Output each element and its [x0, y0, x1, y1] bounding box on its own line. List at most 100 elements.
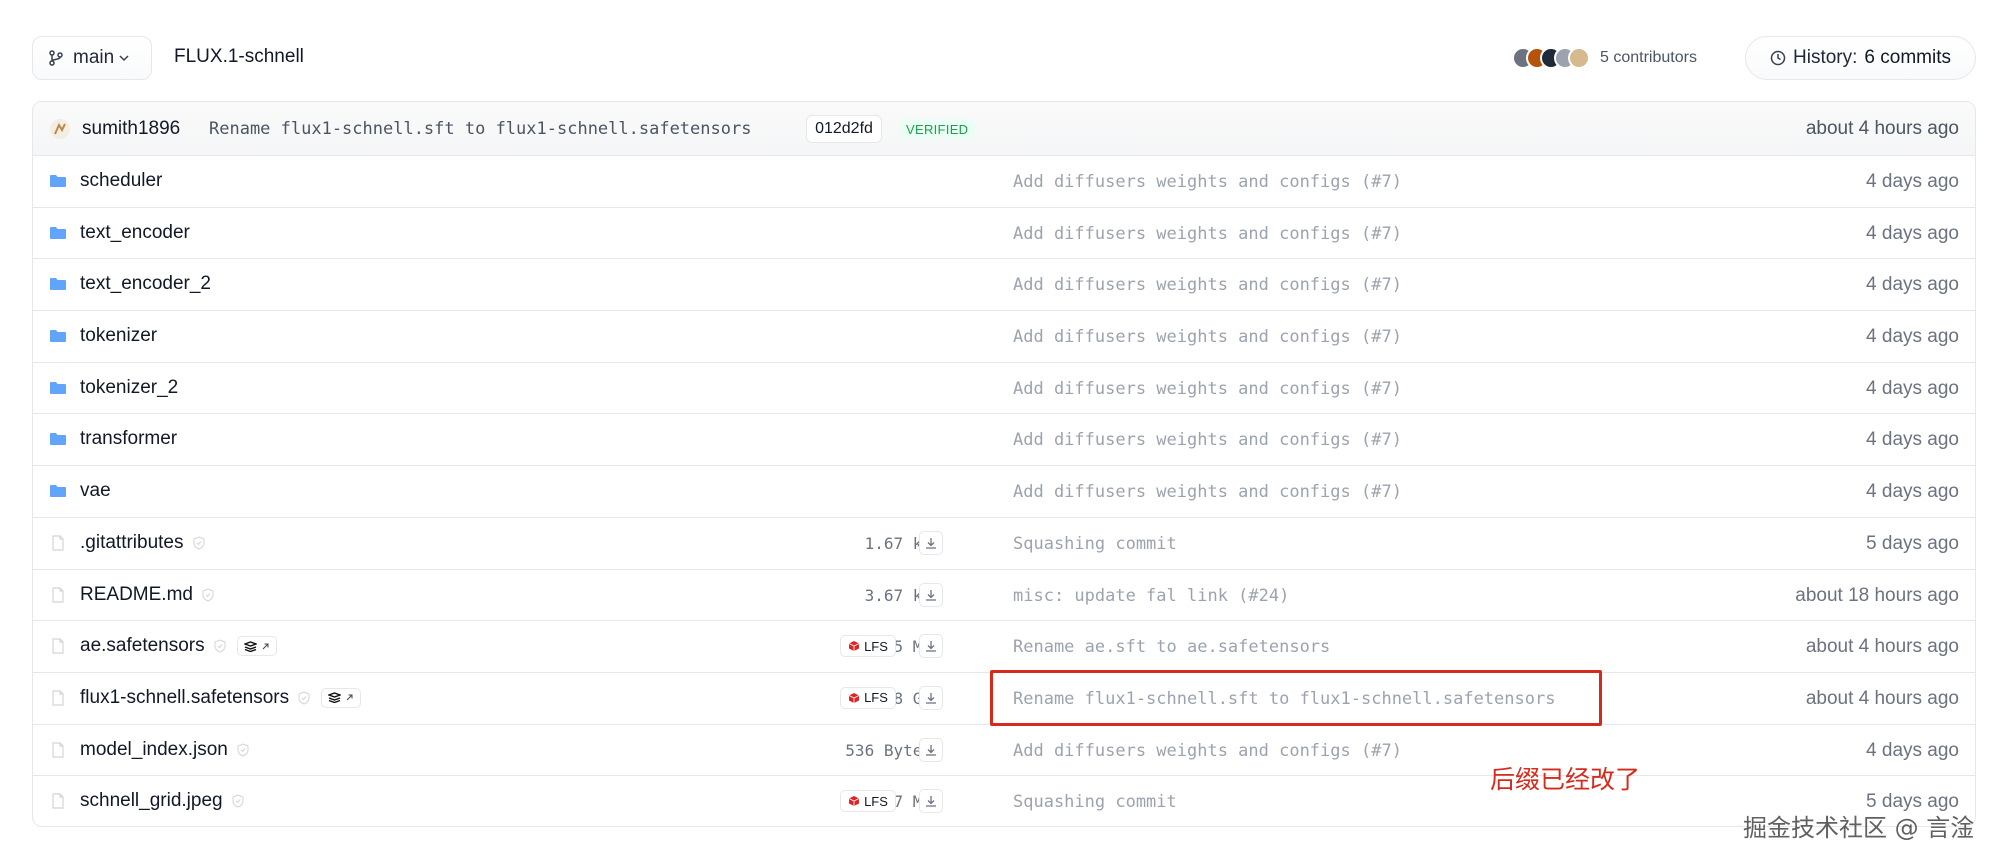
download-icon	[926, 692, 936, 704]
history-button[interactable]: History: 6 commits	[1745, 36, 1976, 80]
file-name[interactable]: schnell_grid.jpeg	[80, 790, 223, 812]
shield-icon	[202, 587, 214, 602]
download-button[interactable]	[919, 582, 943, 607]
file-name-cell: transformer	[80, 428, 177, 450]
file-name[interactable]: tokenizer_2	[80, 377, 178, 399]
file-commit-message[interactable]: Add diffusers weights and configs (#7)	[1013, 275, 1402, 295]
download-button[interactable]	[919, 685, 943, 710]
commit-message[interactable]: Rename flux1-schnell.sft to flux1-schnel…	[209, 119, 751, 139]
file-commit-message[interactable]: Add diffusers weights and configs (#7)	[1013, 741, 1402, 761]
lfs-badge: LFS	[840, 686, 896, 709]
file-commit-time: 4 days ago	[1866, 171, 1959, 192]
lfs-label: LFS	[864, 793, 888, 809]
file-name[interactable]: ae.safetensors	[80, 635, 205, 657]
file-commit-time: 4 days ago	[1866, 377, 1959, 399]
lfs-cube-icon	[848, 641, 860, 652]
verified-badge: VERIFIED	[899, 119, 976, 139]
avatar	[1568, 47, 1590, 69]
file-row[interactable]: schnell_grid.jpeg 1.67 MB LFS Squashing com…	[33, 776, 1975, 826]
file-commit-message[interactable]: Add diffusers weights and configs (#7)	[1013, 482, 1402, 502]
repo-topbar: main FLUX.1-schnell 5 contributors Histo…	[32, 36, 1976, 80]
file-row[interactable]: vae Add diffusers weights and configs (#7…	[33, 466, 1975, 518]
file-commit-time: 4 days ago	[1866, 222, 1959, 244]
file-name[interactable]: README.md	[80, 584, 193, 606]
file-commit-message[interactable]: misc: update fal link (#24)	[1013, 586, 1289, 606]
folder-icon	[50, 381, 66, 394]
lfs-cube-icon	[848, 796, 860, 807]
folder-icon	[50, 175, 66, 187]
branch-selector-button[interactable]: main	[32, 36, 152, 80]
download-icon	[926, 537, 936, 549]
commit-time: about 4 hours ago	[1805, 118, 1959, 139]
shield-icon	[237, 743, 249, 757]
folder-icon	[50, 433, 66, 446]
file-commit-message[interactable]: Squashing commit	[1013, 534, 1177, 554]
file-name[interactable]: scheduler	[80, 170, 162, 192]
file-row[interactable]: .gitattributes 1.67 kB Squashing commit 5 d…	[33, 518, 1975, 570]
file-row[interactable]: model_index.json 536 Bytes Add diffusers w…	[33, 725, 1975, 777]
file-commit-message[interactable]: Add diffusers weights and configs (#7)	[1013, 172, 1402, 192]
file-name[interactable]: flux1-schnell.safetensors	[80, 687, 289, 709]
file-row[interactable]: README.md 3.67 kB misc: update fal link (#…	[33, 570, 1975, 622]
file-icon	[52, 586, 64, 603]
file-row[interactable]: tokenizer Add diffusers weights and confi…	[33, 311, 1975, 363]
file-row[interactable]: ae.safetensors 335 MB LFS Rename ae.sft to …	[33, 621, 1975, 673]
stack-icon	[328, 692, 342, 704]
file-name-cell: scheduler	[80, 170, 162, 192]
file-row[interactable]: tokenizer_2 Add diffusers weights and con…	[33, 363, 1975, 415]
file-name[interactable]: model_index.json	[80, 739, 228, 761]
file-name[interactable]: .gitattributes	[80, 532, 184, 554]
file-name[interactable]: transformer	[80, 428, 177, 450]
download-button[interactable]	[919, 789, 943, 814]
xet-storage-badge[interactable]	[236, 636, 277, 657]
commit-author[interactable]: sumith1896	[82, 118, 180, 140]
lfs-cube-icon	[848, 692, 860, 703]
file-name[interactable]: tokenizer	[80, 325, 157, 347]
file-name-cell: tokenizer_2	[80, 377, 178, 399]
annotation-highlight-box	[990, 670, 1602, 726]
stack-icon	[243, 640, 257, 652]
external-link-icon	[262, 643, 269, 650]
shield-icon	[232, 794, 244, 808]
folder-icon	[50, 330, 66, 343]
file-commit-message[interactable]: Add diffusers weights and configs (#7)	[1013, 224, 1402, 244]
lfs-label: LFS	[864, 690, 888, 706]
file-icon	[52, 741, 64, 758]
chevron-down-icon	[119, 55, 129, 62]
repo-path[interactable]: FLUX.1-schnell	[174, 46, 304, 68]
file-commit-time: about 4 hours ago	[1805, 636, 1959, 658]
xet-storage-badge[interactable]	[321, 687, 362, 708]
file-icon	[52, 535, 64, 551]
file-name[interactable]: text_encoder_2	[80, 273, 211, 295]
contributors-link[interactable]: 5 contributors	[1512, 42, 1697, 74]
file-commit-message[interactable]: Squashing commit	[1013, 792, 1177, 812]
shield-icon	[214, 639, 226, 653]
file-icon	[52, 690, 64, 706]
file-name-cell: text_encoder	[80, 222, 190, 244]
file-icon	[52, 793, 64, 809]
file-list: scheduler Add diffusers weights and confi…	[33, 156, 1975, 826]
file-icon	[52, 638, 64, 654]
download-button[interactable]	[919, 737, 943, 762]
file-name[interactable]: vae	[80, 480, 111, 502]
annotation-text: 后缀已经改了	[1490, 765, 1641, 794]
file-row[interactable]: text_encoder_2 Add diffusers weights and …	[33, 259, 1975, 312]
file-commit-message[interactable]: Rename ae.sft to ae.safetensors	[1013, 637, 1330, 657]
file-row[interactable]: scheduler Add diffusers weights and confi…	[33, 156, 1975, 208]
file-row[interactable]: text_encoder Add diffusers weights and co…	[33, 208, 1975, 260]
file-row[interactable]: transformer Add diffusers weights and con…	[33, 414, 1975, 467]
file-commit-message[interactable]: Add diffusers weights and configs (#7)	[1013, 430, 1402, 450]
download-button[interactable]	[919, 530, 943, 555]
commit-hash[interactable]: 012d2fd	[806, 115, 882, 143]
folder-icon	[50, 485, 66, 498]
download-icon	[926, 744, 936, 756]
download-icon	[926, 589, 936, 601]
file-commit-message[interactable]: Add diffusers weights and configs (#7)	[1013, 379, 1402, 399]
download-icon	[926, 796, 936, 807]
download-button[interactable]	[919, 634, 943, 659]
file-name[interactable]: text_encoder	[80, 222, 190, 244]
file-name-cell: README.md	[80, 584, 215, 606]
history-label: History:	[1793, 47, 1858, 68]
file-name-cell: model_index.json	[80, 739, 250, 761]
file-commit-message[interactable]: Add diffusers weights and configs (#7)	[1013, 327, 1402, 347]
